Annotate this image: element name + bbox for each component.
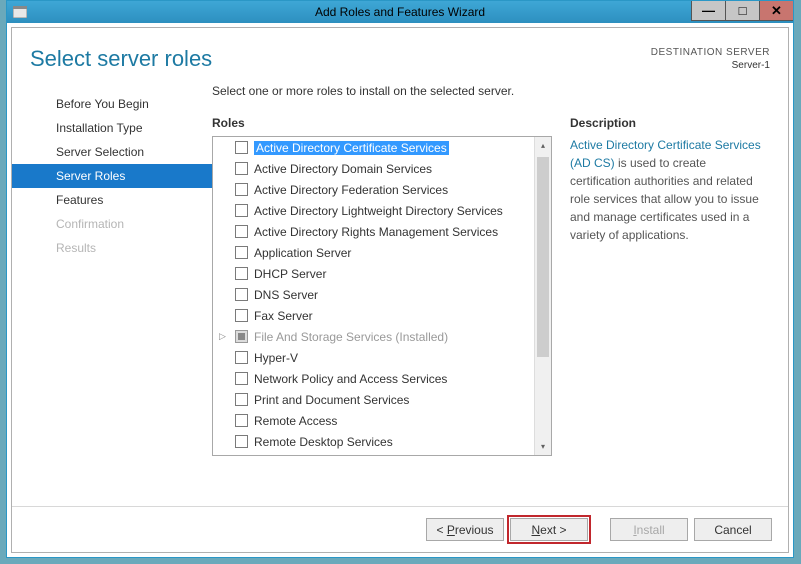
checkbox-icon[interactable] (235, 162, 248, 175)
page-title: Select server roles (30, 46, 212, 72)
title-bar: Add Roles and Features Wizard — □ ✕ (7, 1, 793, 23)
nav-sidebar: Before You Begin Installation Type Serve… (12, 84, 212, 464)
minimize-button[interactable]: — (691, 1, 725, 21)
destination-name: Server-1 (651, 59, 770, 72)
cancel-button[interactable]: Cancel (694, 518, 772, 541)
checkbox-icon[interactable] (235, 225, 248, 238)
role-item[interactable]: Active Directory Rights Management Servi… (213, 221, 534, 242)
description-label: Description (570, 116, 770, 130)
nav-confirmation: Confirmation (12, 212, 212, 236)
main-panel: Select one or more roles to install on t… (212, 84, 770, 464)
wizard-body: Select server roles DESTINATION SERVER S… (11, 27, 789, 553)
role-item[interactable]: Active Directory Federation Services (213, 179, 534, 200)
roles-listbox: Active Directory Certificate Services Ac… (212, 136, 552, 456)
destination-server-block: DESTINATION SERVER Server-1 (651, 46, 770, 72)
checkbox-icon[interactable] (235, 351, 248, 364)
checkbox-icon[interactable] (235, 414, 248, 427)
nav-installation-type[interactable]: Installation Type (12, 116, 212, 140)
wizard-window: Add Roles and Features Wizard — □ ✕ Sele… (6, 0, 794, 558)
role-item[interactable]: Active Directory Lightweight Directory S… (213, 200, 534, 221)
install-button: Install (610, 518, 688, 541)
role-item[interactable]: DHCP Server (213, 263, 534, 284)
role-item[interactable]: DNS Server (213, 284, 534, 305)
role-item[interactable]: Application Server (213, 242, 534, 263)
checkbox-icon[interactable] (235, 288, 248, 301)
scrollbar[interactable]: ▴ ▾ (534, 137, 551, 455)
header: Select server roles DESTINATION SERVER S… (12, 28, 788, 72)
checkbox-icon[interactable] (235, 372, 248, 385)
checkbox-icon[interactable] (235, 267, 248, 280)
nav-results: Results (12, 236, 212, 260)
scroll-thumb[interactable] (537, 157, 549, 357)
role-item[interactable]: Print and Document Services (213, 389, 534, 410)
nav-server-selection[interactable]: Server Selection (12, 140, 212, 164)
scroll-down-icon[interactable]: ▾ (535, 438, 551, 455)
checkbox-icon[interactable] (235, 204, 248, 217)
role-item[interactable]: Hyper-V (213, 347, 534, 368)
role-item[interactable]: ▷File And Storage Services (Installed) (213, 326, 534, 347)
maximize-button[interactable]: □ (725, 1, 759, 21)
instruction-text: Select one or more roles to install on t… (212, 84, 552, 98)
checkbox-icon[interactable] (235, 141, 248, 154)
role-item[interactable]: Remote Desktop Services (213, 431, 534, 452)
checkbox-icon[interactable] (235, 330, 248, 343)
footer: < Previous Next > Install Cancel (12, 506, 788, 552)
role-item[interactable]: Fax Server (213, 305, 534, 326)
roles-label: Roles (212, 116, 552, 130)
previous-button[interactable]: < Previous (426, 518, 504, 541)
description-column: Description Active Directory Certificate… (570, 84, 770, 464)
role-item[interactable]: Remote Access (213, 410, 534, 431)
checkbox-icon[interactable] (235, 183, 248, 196)
content-area: Before You Begin Installation Type Serve… (12, 72, 788, 464)
nav-features[interactable]: Features (12, 188, 212, 212)
nav-server-roles[interactable]: Server Roles (12, 164, 212, 188)
window-title: Add Roles and Features Wizard (7, 5, 793, 19)
checkbox-icon[interactable] (235, 435, 248, 448)
checkbox-icon[interactable] (235, 393, 248, 406)
role-item[interactable]: Active Directory Certificate Services (213, 137, 534, 158)
close-button[interactable]: ✕ (759, 1, 793, 21)
role-item[interactable]: Active Directory Domain Services (213, 158, 534, 179)
checkbox-icon[interactable] (235, 309, 248, 322)
checkbox-icon[interactable] (235, 246, 248, 259)
destination-label: DESTINATION SERVER (651, 46, 770, 59)
roles-column: Select one or more roles to install on t… (212, 84, 552, 464)
chevron-right-icon[interactable]: ▷ (219, 331, 226, 342)
nav-before-you-begin[interactable]: Before You Begin (12, 92, 212, 116)
description-text: Active Directory Certificate Services (A… (570, 136, 770, 244)
next-button[interactable]: Next > (510, 518, 588, 541)
window-controls: — □ ✕ (691, 1, 793, 21)
role-item[interactable]: Network Policy and Access Services (213, 368, 534, 389)
scroll-up-icon[interactable]: ▴ (535, 137, 551, 154)
roles-scroll-area[interactable]: Active Directory Certificate Services Ac… (213, 137, 534, 455)
